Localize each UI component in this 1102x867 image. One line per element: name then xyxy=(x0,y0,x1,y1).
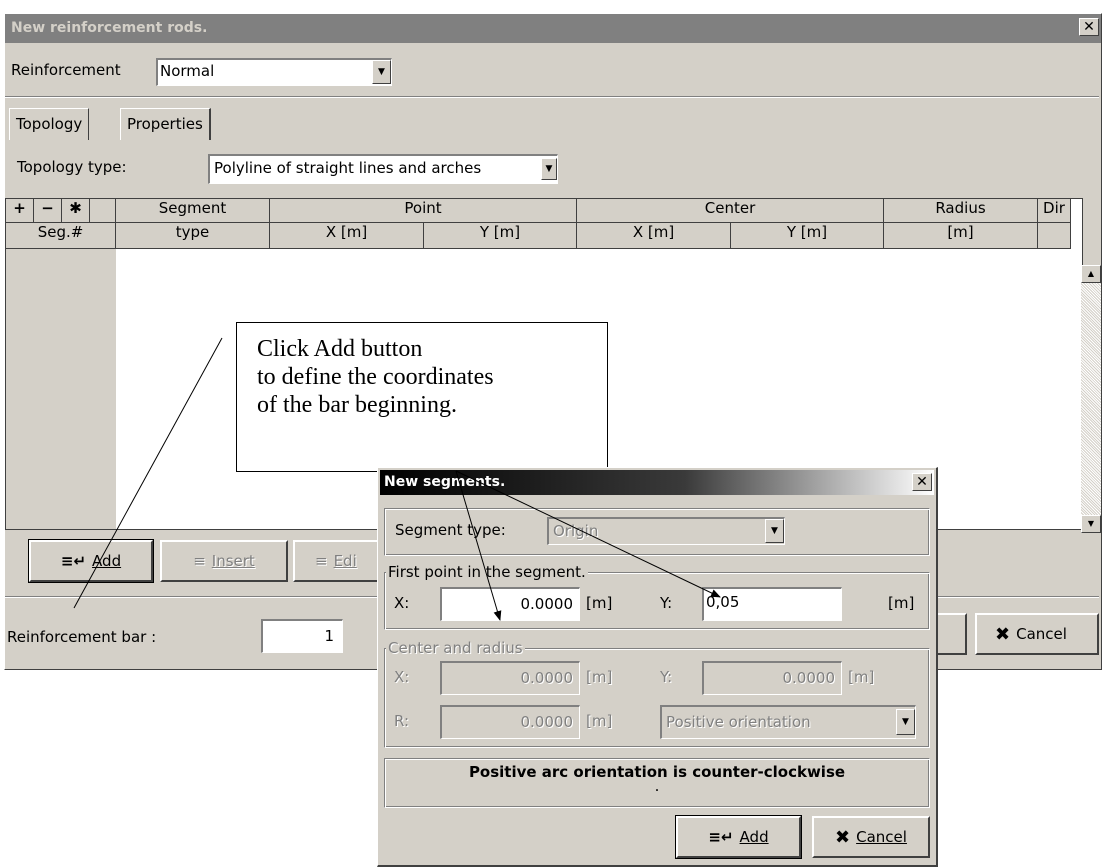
header-radius-unit: [m] xyxy=(884,223,1038,249)
sub-add-label: Add xyxy=(739,828,769,846)
center-y-unit: [m] xyxy=(848,668,875,686)
header-point-x: X [m] xyxy=(270,223,424,249)
grid-scrollbar[interactable]: ▲ ▼ xyxy=(1081,265,1101,533)
grid-toolbar: + − ✱ xyxy=(6,199,116,223)
reinforcement-bar-input[interactable]: 1 xyxy=(261,619,343,653)
instruction-callout: Click Add button to define the coordinat… xyxy=(236,322,608,472)
add-icon: ≡↵ xyxy=(708,828,734,846)
main-cancel-label: Cancel xyxy=(1016,625,1067,643)
topology-type-label: Topology type: xyxy=(17,158,127,176)
cancel-x-icon: ✖ xyxy=(995,623,1011,645)
radius-label: R: xyxy=(394,712,410,730)
add-button[interactable]: ≡↵ Add xyxy=(28,539,154,583)
radius-value: 0.0000 xyxy=(520,713,574,731)
row-header-column xyxy=(6,249,116,529)
header-center-x: X [m] xyxy=(577,223,731,249)
sub-cancel-button[interactable]: ✖ Cancel xyxy=(812,816,930,858)
sub-title-bar[interactable]: New segments. xyxy=(380,470,934,495)
center-y-value: 0.0000 xyxy=(782,669,836,687)
tab-properties-label: Properties xyxy=(127,115,203,133)
tab-topology-label: Topology xyxy=(16,115,83,133)
segment-type-select[interactable]: Origin ▼ xyxy=(547,517,785,545)
center-y-input[interactable]: 0.0000 xyxy=(702,661,842,695)
edit-icon: ≡ xyxy=(315,552,328,570)
add-icon: ≡↵ xyxy=(60,552,87,570)
y-unit: [m] xyxy=(888,594,915,612)
main-close-button[interactable]: ✕ xyxy=(1079,18,1099,36)
center-x-value: 0.0000 xyxy=(520,669,574,687)
point-y-input[interactable]: 0,05 xyxy=(702,587,842,621)
cancel-x-icon: ✖ xyxy=(835,826,851,848)
main-cancel-button[interactable]: ✖ Cancel xyxy=(975,613,1099,655)
header-type: type xyxy=(116,223,270,249)
dropdown-arrow-icon[interactable]: ▼ xyxy=(541,158,557,180)
info-box: Positive arc orientation is counter-cloc… xyxy=(384,758,930,808)
center-x-label: X: xyxy=(394,668,410,686)
topology-type-select[interactable]: Polyline of straight lines and arches ▼ xyxy=(208,154,558,184)
close-icon: ✕ xyxy=(916,474,928,490)
info-dot: . xyxy=(654,777,660,795)
main-title-bar[interactable]: New reinforcement rods. xyxy=(5,14,1101,43)
point-x-input[interactable]: 0.0000 xyxy=(440,587,580,621)
insert-icon: ≡ xyxy=(193,552,206,570)
insert-button[interactable]: ≡ Insert xyxy=(160,540,288,582)
header-center-y: Y [m] xyxy=(731,223,884,249)
radius-input[interactable]: 0.0000 xyxy=(440,705,580,739)
orientation-select[interactable]: Positive orientation ▼ xyxy=(660,705,916,739)
x-label: X: xyxy=(394,594,410,612)
topology-type-value: Polyline of straight lines and arches xyxy=(214,159,482,177)
close-icon: ✕ xyxy=(1083,19,1095,35)
center-y-label: Y: xyxy=(660,668,673,686)
header-segment: Segment xyxy=(116,199,270,223)
reinforcement-value: Normal xyxy=(160,62,215,80)
add-row-icon[interactable]: + xyxy=(6,199,34,222)
callout-line-3: of the bar beginning. xyxy=(257,392,457,418)
orientation-value: Positive orientation xyxy=(666,713,811,731)
dropdown-arrow-icon[interactable]: ▼ xyxy=(372,60,391,84)
sub-add-button[interactable]: ≡↵ Add xyxy=(675,815,802,859)
header-radius: Radius xyxy=(884,199,1038,223)
remove-row-icon[interactable]: − xyxy=(34,199,62,222)
sub-cancel-label: Cancel xyxy=(856,828,907,846)
radius-unit: [m] xyxy=(586,712,613,730)
reinforcement-label: Reinforcement xyxy=(11,61,121,79)
insert-button-label: Insert xyxy=(211,552,255,570)
tab-topology[interactable]: Topology xyxy=(9,108,90,140)
segment-type-group: Segment type: Origin ▼ xyxy=(384,508,930,556)
dropdown-arrow-icon[interactable]: ▼ xyxy=(896,709,915,735)
first-point-title: First point in the segment. xyxy=(386,563,588,581)
scroll-down-icon[interactable]: ▼ xyxy=(1081,515,1101,533)
center-x-input[interactable]: 0.0000 xyxy=(440,661,580,695)
sub-close-button[interactable]: ✕ xyxy=(912,473,932,491)
sub-title: New segments. xyxy=(384,474,506,490)
dropdown-arrow-icon[interactable]: ▼ xyxy=(765,519,784,543)
segment-type-value: Origin xyxy=(553,522,599,540)
center-radius-title: Center and radius xyxy=(386,639,525,657)
header-dir-empty xyxy=(1038,223,1071,249)
main-title: New reinforcement rods. xyxy=(11,20,208,36)
callout-line-1: Click Add button xyxy=(257,336,423,362)
point-y-value: 0,05 xyxy=(706,593,740,611)
callout-line-2: to define the coordinates xyxy=(257,364,494,390)
clear-rows-icon[interactable]: ✱ xyxy=(62,199,90,222)
new-segments-dialog: New segments. ✕ Segment type: Origin ▼ F… xyxy=(377,467,938,867)
header-dir: Dir xyxy=(1038,199,1071,223)
edit-button-label: Edi xyxy=(333,552,357,570)
add-button-label: Add xyxy=(92,552,122,570)
divider xyxy=(5,96,1099,98)
point-x-value: 0.0000 xyxy=(520,595,574,613)
reinforcement-select[interactable]: Normal ▼ xyxy=(156,58,392,86)
header-point-y: Y [m] xyxy=(424,223,577,249)
segment-type-label: Segment type: xyxy=(395,521,506,539)
scroll-up-icon[interactable]: ▲ xyxy=(1081,265,1101,283)
header-point: Point xyxy=(270,199,577,223)
header-center: Center xyxy=(577,199,884,223)
reinforcement-bar-value: 1 xyxy=(324,627,334,645)
x-unit: [m] xyxy=(586,594,613,612)
tab-properties[interactable]: Properties xyxy=(120,108,211,140)
y-label: Y: xyxy=(660,594,673,612)
reinforcement-bar-label: Reinforcement bar : xyxy=(7,628,157,646)
center-x-unit: [m] xyxy=(586,668,613,686)
header-seg-num: Seg.# xyxy=(6,223,116,249)
